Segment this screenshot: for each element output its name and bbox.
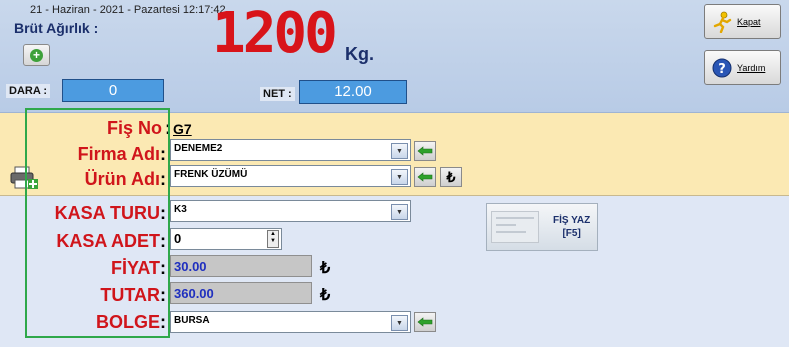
bolge-value: BURSA (174, 315, 210, 326)
bolge-arrow-button[interactable] (414, 312, 436, 332)
chevron-down-icon[interactable]: ▼ (391, 315, 408, 331)
kasa-turu-value: K3 (174, 204, 187, 215)
fis-no-value: G7 (173, 121, 192, 137)
datetime-display: 21 - Haziran - 2021 - Pazartesi 12:17:42 (30, 4, 226, 16)
weight-unit: Kg. (345, 44, 374, 64)
tutar-currency: ₺ (320, 287, 331, 304)
firma-value: DENEME2 (174, 143, 223, 154)
tutar-field: 360.00 (170, 282, 312, 304)
fiyat-value: 30.00 (174, 259, 207, 274)
urun-value: FRENK ÜZÜMÜ (174, 169, 248, 180)
help-icon: ? (711, 57, 733, 79)
green-left-arrow-icon (417, 146, 433, 156)
yardim-button[interactable]: ? Yardım (704, 50, 781, 85)
receipt-icon (491, 211, 539, 243)
kasa-turu-select[interactable]: K3 ▼ (170, 200, 411, 222)
kasa-adet-input[interactable]: 0 ▲ ▼ (170, 228, 282, 250)
yardim-label: Yardım (737, 62, 766, 73)
green-left-arrow-icon (417, 317, 433, 327)
net-field: 12.00 (299, 80, 407, 104)
firma-select[interactable]: DENEME2 ▼ (170, 139, 411, 161)
urun-arrow-button[interactable] (414, 167, 436, 187)
fis-yaz-button[interactable]: FİŞ YAZ [F5] (486, 203, 598, 251)
gross-weight-label: Brüt Ağırlık : (14, 20, 99, 36)
chevron-down-icon[interactable]: ▼ (391, 143, 408, 159)
fis-yaz-label: FİŞ YAZ [F5] (553, 215, 591, 239)
weight-display: 1200 (212, 1, 338, 66)
bolge-select[interactable]: BURSA ▼ (170, 311, 411, 333)
spinner-icon[interactable]: ▲ ▼ (267, 230, 279, 248)
dara-label: DARA : (6, 84, 51, 98)
firma-arrow-button[interactable] (414, 141, 436, 161)
kasa-adet-value: 0 (174, 231, 182, 246)
highlight-frame (25, 108, 170, 338)
chevron-down-icon[interactable]: ▼ (391, 204, 408, 220)
kapat-label: Kapat (737, 16, 761, 27)
kapat-button[interactable]: Kapat (704, 4, 781, 39)
fiyat-currency: ₺ (320, 260, 331, 277)
fiyat-field: 30.00 (170, 255, 312, 277)
tutar-value: 360.00 (174, 286, 214, 301)
urun-select[interactable]: FRENK ÜZÜMÜ ▼ (170, 165, 411, 187)
net-label: NET : (260, 87, 295, 101)
running-man-icon (711, 11, 733, 33)
dara-field[interactable]: 0 (62, 79, 164, 102)
currency-button[interactable]: ₺ (440, 167, 462, 187)
chevron-down-icon[interactable]: ▼ (391, 169, 408, 185)
plus-icon: + (30, 48, 43, 62)
add-button[interactable]: + (23, 44, 50, 66)
green-left-arrow-icon (417, 172, 433, 182)
svg-text:?: ? (718, 62, 726, 77)
